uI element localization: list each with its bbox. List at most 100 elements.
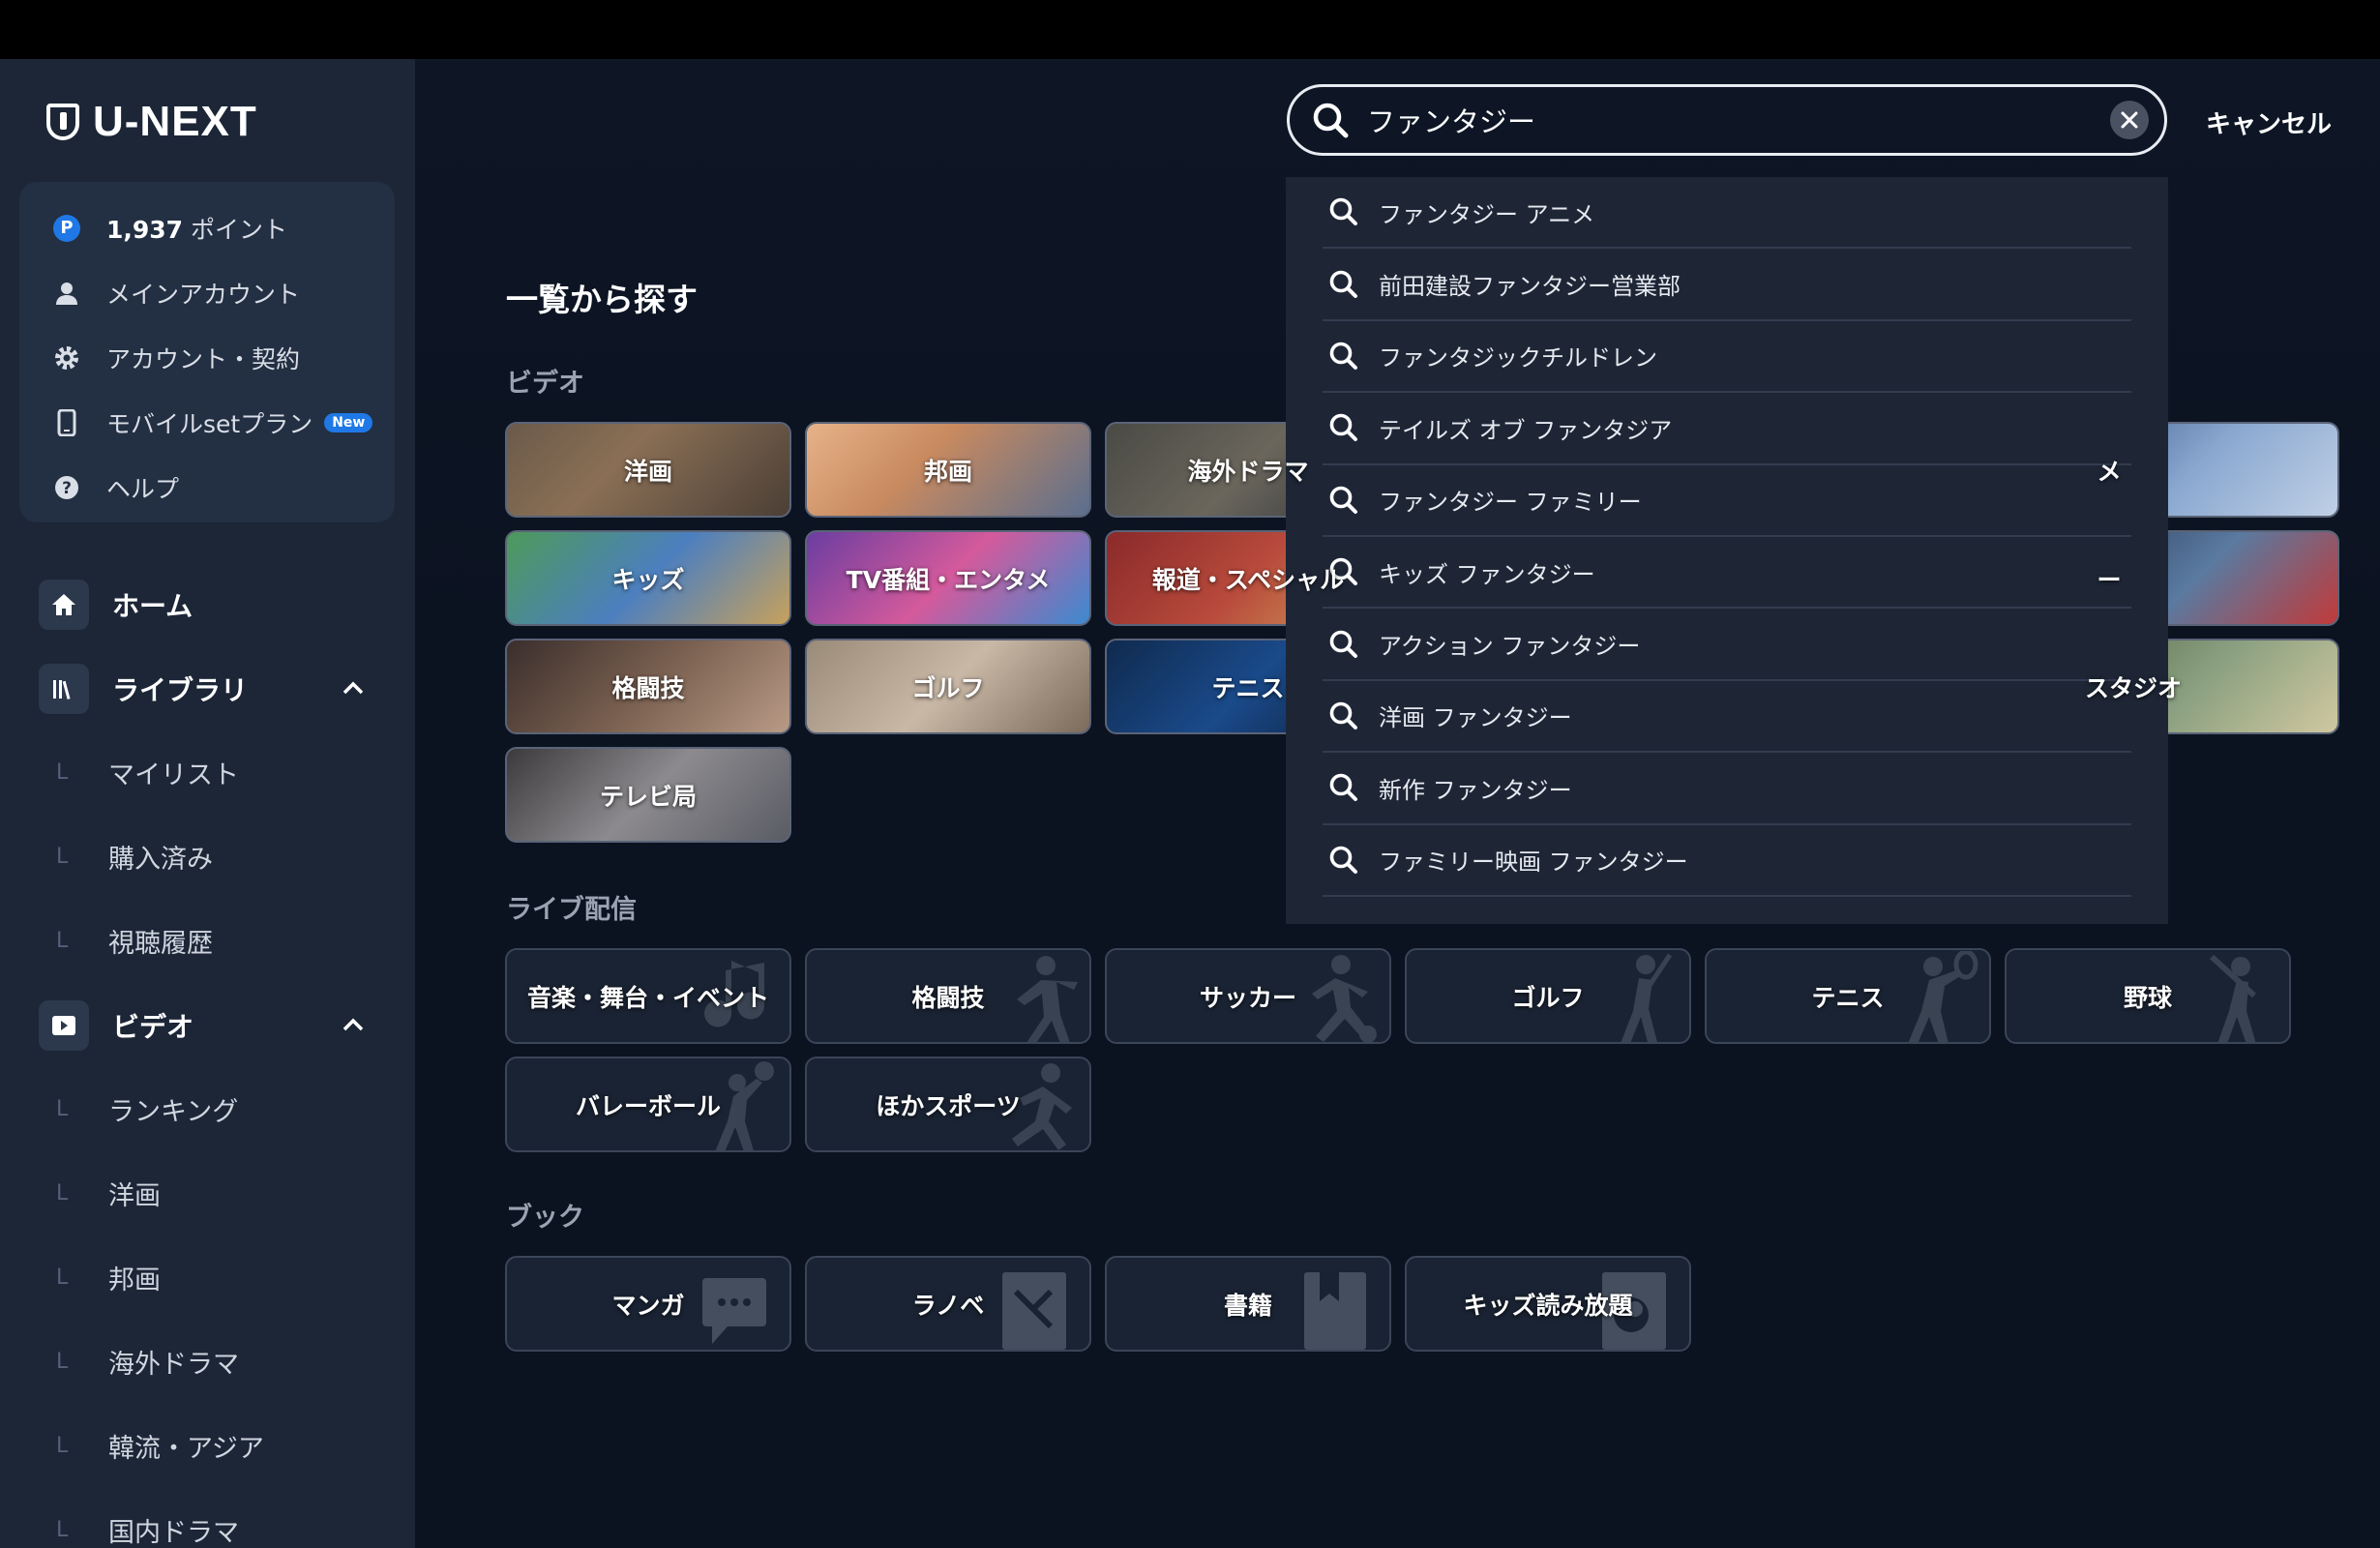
video-tile-japanese[interactable]: 邦画: [805, 422, 1091, 518]
main-account-link[interactable]: メインアカウント: [19, 260, 395, 325]
page-title: 一覧から探す: [506, 281, 698, 318]
live-tile-baseball[interactable]: 野球: [2005, 948, 2291, 1044]
suggestion-item[interactable]: ファミリー映画 ファンタジー: [1323, 825, 2131, 897]
tile-label: 格闘技: [911, 983, 985, 1012]
nav-video[interactable]: ビデオ: [0, 983, 415, 1067]
live-tile-music-stage[interactable]: 音楽・舞台・イベント: [505, 948, 791, 1044]
logo[interactable]: U-NEXT: [46, 98, 257, 146]
nav-video-korean-asian[interactable]: L 韓流・アジア: [0, 1404, 415, 1488]
home-icon: [39, 579, 89, 630]
suggestion-item[interactable]: ファンタジー アニメ: [1323, 177, 2131, 250]
nav-video-domestic-drama[interactable]: L 国内ドラマ: [0, 1488, 415, 1548]
tile-label: バレーボール: [575, 1091, 721, 1120]
video-tile-western[interactable]: 洋画: [505, 422, 791, 518]
chevron-up-icon[interactable]: [339, 1010, 368, 1039]
video-tile-kids[interactable]: キッズ: [505, 530, 791, 626]
top-bar: [0, 0, 2380, 59]
tree-l-mark: L: [56, 845, 69, 869]
suggestion-item[interactable]: 前田建設ファンタジー営業部: [1323, 249, 2131, 321]
video-tile-tv-entertainment[interactable]: TV番組・エンタメ: [805, 530, 1091, 626]
chevron-up-icon[interactable]: [339, 673, 368, 702]
book-tile-kids-unlimited[interactable]: キッズ読み放題: [1405, 1256, 1691, 1352]
video-icon: [39, 999, 89, 1051]
suggestion-item[interactable]: ファンタジックチルドレン: [1323, 321, 2131, 394]
nav-sub-label: 海外ドラマ: [108, 1350, 239, 1380]
nav-video-label: ビデオ: [112, 1010, 194, 1043]
nav-video-ranking[interactable]: L ランキング: [0, 1067, 415, 1151]
svg-text:?: ?: [62, 479, 72, 498]
points-text: 1,937 ポイント: [106, 211, 287, 246]
nav-sub-label: 購入済み: [108, 845, 213, 875]
tile-label: テレビ局: [599, 782, 697, 811]
nav-sub-label: 邦画: [108, 1265, 161, 1295]
book-icon: [1304, 1272, 1366, 1350]
nav-library-label: ライブラリ: [112, 673, 249, 706]
suggestion-item[interactable]: アクション ファンタジー: [1323, 609, 2131, 681]
search-icon: [1329, 701, 1357, 729]
live-heading: ライブ配信: [506, 895, 637, 925]
suggestion-text: ファミリー映画 ファンタジー: [1379, 848, 1688, 877]
account-card: P 1,937 ポイント メインアカウント アカウント・契約 モバイルsetプラ…: [19, 182, 395, 522]
account-contract-link[interactable]: アカウント・契約: [19, 325, 395, 390]
book-tile-books[interactable]: 書籍: [1105, 1256, 1391, 1352]
sidebar: U-NEXT P 1,937 ポイント メインアカウント アカウント・契約 モバ…: [0, 59, 415, 1548]
suggestion-item[interactable]: テイルズ オブ ファンタジア: [1323, 393, 2131, 465]
mobile-plan-link[interactable]: モバイルsetプラン New: [19, 390, 395, 455]
tree-l-mark: L: [56, 1097, 69, 1121]
tile-label: 音楽・舞台・イベント: [526, 983, 769, 1012]
suggestion-text: ファンタジックチルドレン: [1379, 344, 1657, 372]
video-tile-golf[interactable]: ゴルフ: [805, 639, 1091, 734]
suggestion-item[interactable]: 洋画 ファンタジー: [1323, 681, 2131, 754]
nav-home-label: ホーム: [112, 589, 193, 622]
live-tile-soccer[interactable]: サッカー: [1105, 948, 1391, 1044]
help-link[interactable]: ? ヘルプ: [19, 455, 395, 520]
video-tile-martial-arts[interactable]: 格闘技: [505, 639, 791, 734]
novel-icon: [1002, 1272, 1066, 1350]
search-field[interactable]: [1287, 84, 2167, 156]
main-account-label: メインアカウント: [106, 280, 301, 309]
search-input[interactable]: [1367, 104, 2064, 136]
tile-label: 書籍: [1223, 1291, 1272, 1320]
nav-sub-label: マイリスト: [108, 760, 239, 790]
tile-label: マンガ: [611, 1291, 685, 1320]
live-tile-tennis[interactable]: テニス: [1705, 948, 1991, 1044]
nav-library-history[interactable]: L 視聴履歴: [0, 899, 415, 983]
suggestion-item[interactable]: キッズ ファンタジー: [1323, 537, 2131, 610]
close-icon: [2121, 111, 2138, 129]
nav-video-overseas-drama[interactable]: L 海外ドラマ: [0, 1320, 415, 1404]
tile-label: 海外ドラマ: [1187, 457, 1309, 486]
live-tile-volleyball[interactable]: バレーボール: [505, 1057, 791, 1152]
tile-label: メ: [2097, 457, 2122, 486]
clear-search-button[interactable]: [2110, 101, 2149, 139]
nav-library-mylist[interactable]: L マイリスト: [0, 730, 415, 815]
search-icon: [1329, 414, 1357, 442]
help-icon: ?: [52, 473, 81, 502]
nav-library[interactable]: ライブラリ: [0, 646, 415, 730]
suggestion-item[interactable]: 新作 ファンタジー: [1323, 753, 2131, 825]
cancel-button[interactable]: キャンセル: [2206, 104, 2332, 140]
book-tile-light-novel[interactable]: ラノベ: [805, 1256, 1091, 1352]
nav-home[interactable]: ホーム: [0, 562, 415, 646]
suggestion-item[interactable]: ファンタジー ファミリー: [1323, 465, 2131, 537]
search-icon: [1313, 103, 1349, 138]
live-tile-golf[interactable]: ゴルフ: [1405, 948, 1691, 1044]
live-tile-other-sports[interactable]: ほかスポーツ: [805, 1057, 1091, 1152]
account-contract-label: アカウント・契約: [106, 344, 301, 373]
points-value: 1,937: [106, 215, 184, 244]
live-tile-martial-arts[interactable]: 格闘技: [805, 948, 1091, 1044]
video-heading: ビデオ: [506, 369, 584, 399]
nav-library-purchased[interactable]: L 購入済み: [0, 815, 415, 899]
tree-l-mark: L: [56, 760, 69, 785]
book-heading: ブック: [506, 1203, 584, 1233]
nav-video-western[interactable]: L 洋画: [0, 1151, 415, 1235]
nav-video-japanese[interactable]: L 邦画: [0, 1235, 415, 1320]
book-tile-manga[interactable]: マンガ: [505, 1256, 791, 1352]
main-nav: ホーム ライブラリ L マイリスト L 購入済み L 視聴履歴 ビデオ L ランキング …: [0, 562, 415, 1548]
points-row[interactable]: P 1,937 ポイント: [19, 195, 395, 260]
tile-label: ゴルフ: [911, 673, 985, 702]
suggestion-text: 洋画 ファンタジー: [1379, 704, 1572, 732]
mobile-icon: [52, 408, 81, 437]
points-suffix: ポイント: [183, 215, 288, 244]
video-tile-tv-station[interactable]: テレビ局: [505, 747, 791, 843]
tile-label: スタジオ: [2084, 673, 2182, 702]
